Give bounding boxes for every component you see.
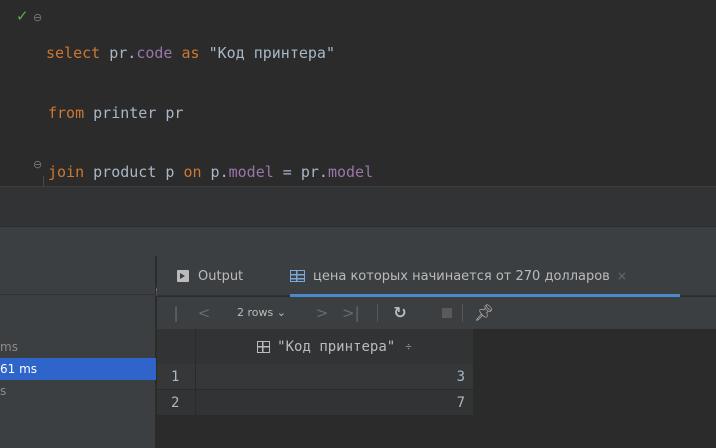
terminal-icon [177, 270, 189, 282]
table-corner[interactable] [157, 329, 195, 364]
services-item-selected[interactable]: 61 ms [0, 358, 156, 380]
tab-result-label: цена которых начинается от 270 долларов [313, 268, 610, 284]
sort-icon[interactable]: ÷ [405, 340, 412, 353]
tool-window-header [0, 226, 716, 256]
code-token-kw: on [183, 163, 202, 181]
sql-editor[interactable]: ✓ ⊖ ⊖ select pr.code as "Код принтера" f… [0, 0, 716, 300]
code-line[interactable]: select pr.code as "Код принтера" [46, 42, 559, 66]
row-number: 2 [157, 390, 195, 416]
code-token-ident: printer pr [84, 103, 184, 122]
table-cell[interactable]: 3 [195, 364, 473, 390]
rows-count-dropdown[interactable]: 2 rows ⌄ [237, 297, 286, 329]
code-token-fld: code [136, 44, 173, 62]
code-line[interactable]: from printer pr [48, 102, 559, 126]
code-token-ident: = pr. [273, 163, 328, 181]
services-pane: ms 61 ms s [0, 256, 156, 448]
column-icon [257, 340, 271, 353]
table-row[interactable]: 2 7 [157, 390, 473, 416]
checkmark-icon: ✓ [16, 7, 29, 25]
code-token-ident: pr. [100, 44, 137, 62]
code-line[interactable]: join product p on p.model = pr.model [48, 161, 559, 185]
code-token-kw: as [172, 44, 209, 62]
table-cell[interactable]: 7 [195, 390, 473, 416]
close-icon[interactable]: × [617, 269, 627, 283]
column-header[interactable]: "Код принтера" ÷ [195, 329, 473, 364]
tab-output[interactable]: Output [177, 256, 243, 296]
services-item[interactable]: s [0, 380, 156, 402]
table-icon [290, 270, 305, 282]
tab-result[interactable]: цена которых начинается от 270 долларов … [290, 256, 680, 297]
table-row[interactable]: 1 3 [157, 364, 473, 390]
results-toolbar: |< < 2 rows ⌄ > >| ↻ 📌︎ [157, 297, 716, 354]
previous-page-button[interactable]: < [197, 297, 211, 329]
toolbar-divider [377, 304, 378, 322]
fold-marker-icon[interactable]: ⊖ [33, 12, 43, 23]
last-page-button[interactable]: >| [342, 297, 360, 329]
stop-icon[interactable] [442, 308, 452, 318]
next-page-button[interactable]: > [315, 297, 329, 329]
code-token-kw: from [48, 103, 85, 122]
code-token-ident: "Код принтера" [208, 44, 335, 62]
refresh-icon[interactable]: ↻ [392, 297, 408, 329]
code-token-ident: p. [201, 163, 229, 181]
results-tabs: Output цена которых начинается от 270 до… [157, 256, 716, 297]
results-pane: Output цена которых начинается от 270 до… [157, 256, 716, 448]
services-item-label: ms [0, 340, 18, 354]
toolbar-divider [462, 304, 463, 322]
code-token-kw: select [46, 44, 101, 62]
code-token-fld: model [327, 163, 374, 181]
column-header-label: "Код принтера" [277, 338, 396, 355]
code-token-fld: model [228, 163, 274, 181]
pin-icon[interactable]: 📌︎ [474, 297, 494, 329]
divider [0, 294, 156, 295]
services-item[interactable]: ms [0, 336, 156, 358]
code-token-ident: product p [84, 163, 184, 181]
fold-guide [43, 176, 44, 186]
table-header: "Код принтера" ÷ [157, 329, 716, 364]
services-item-label: 61 ms [0, 362, 38, 376]
editor-bottom-area [0, 186, 716, 226]
code-token-kw: join [48, 163, 85, 181]
first-page-button[interactable]: |< [169, 297, 183, 354]
results-grid: "Код принтера" ÷ 1 3 2 7 [157, 329, 716, 448]
row-number: 1 [157, 364, 195, 390]
services-item-label: s [0, 384, 7, 398]
fold-marker-icon[interactable]: ⊖ [33, 159, 43, 170]
tab-output-label: Output [198, 268, 244, 284]
editor-gutter: ✓ ⊖ ⊖ [0, 0, 48, 186]
